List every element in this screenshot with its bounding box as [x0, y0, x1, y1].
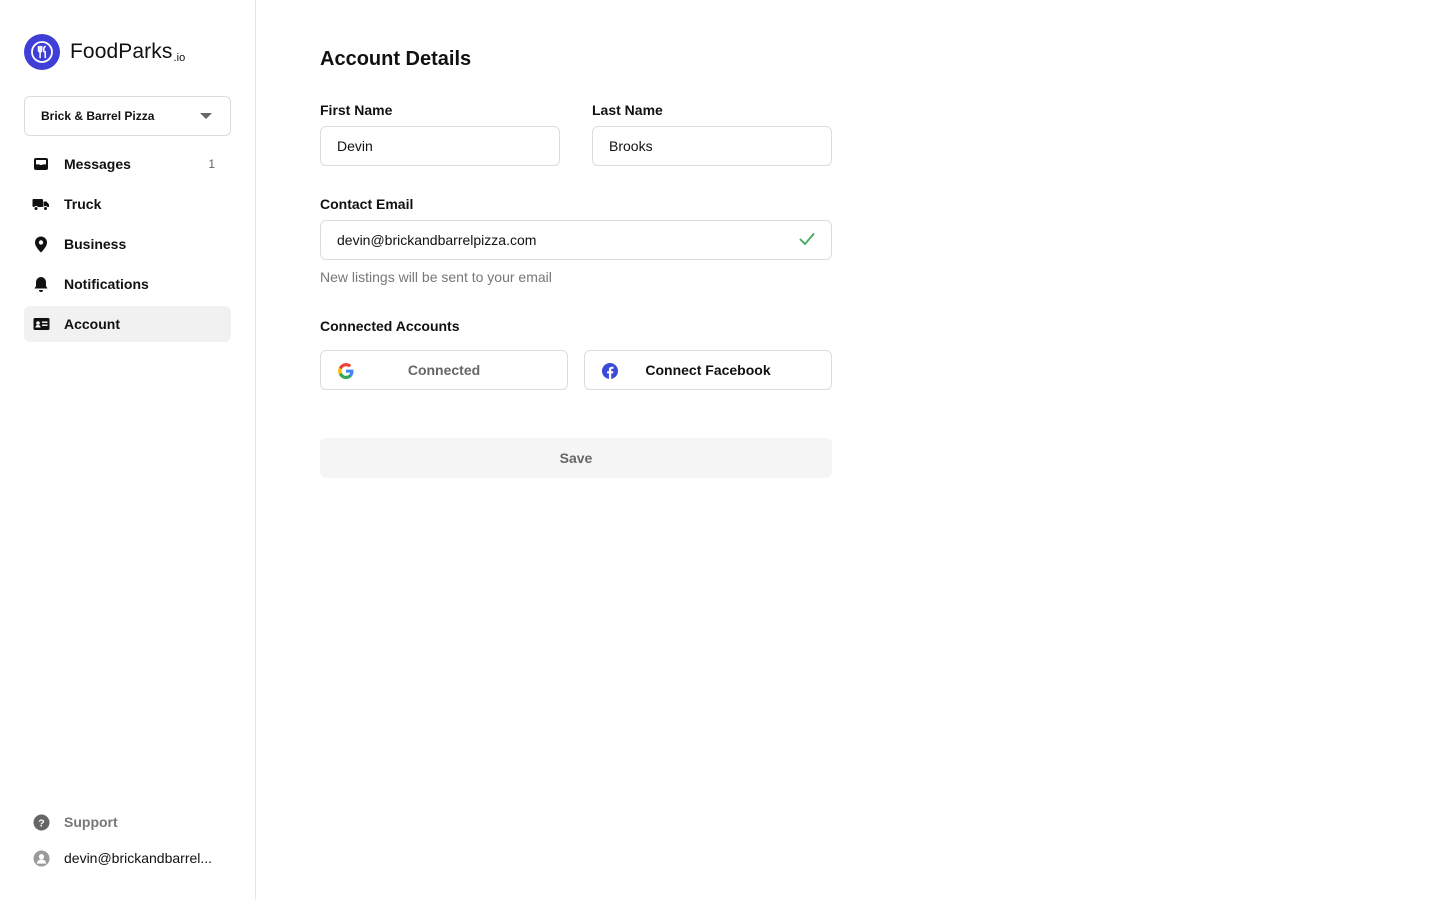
first-name-value: Devin — [337, 138, 373, 154]
help-circle-icon: ? — [32, 813, 50, 831]
id-card-icon — [32, 315, 50, 333]
brand-name: FoodParks.io — [70, 40, 186, 64]
sidebar-item-label: Notifications — [64, 276, 149, 292]
main-content: Account Details First Name Devin Last Na… — [256, 0, 1440, 900]
google-connected-label: Connected — [407, 362, 481, 378]
sidebar-nav: Messages 1 Truck Business Notifications … — [24, 146, 231, 346]
user-email: devin@brickandbarrel... — [64, 850, 213, 866]
save-label: Save — [559, 450, 593, 466]
sidebar-item-label: Truck — [64, 196, 102, 212]
contact-email-label: Contact Email — [320, 196, 414, 212]
last-name-label: Last Name — [592, 102, 663, 118]
contact-email-input[interactable]: devin@brickandbarrelpizza.com — [320, 220, 832, 260]
connected-accounts-label: Connected Accounts — [320, 318, 460, 334]
business-select-value: Brick & Barrel Pizza — [41, 109, 155, 123]
connect-facebook-button[interactable]: Connect Facebook — [584, 350, 832, 390]
brand-tld: .io — [173, 52, 186, 64]
google-connected-button[interactable]: Connected — [320, 350, 568, 390]
sidebar-item-label: Business — [64, 236, 127, 252]
business-select[interactable]: Brick & Barrel Pizza — [24, 96, 231, 136]
fork-knife-logo-icon — [24, 34, 60, 70]
support-label: Support — [64, 814, 118, 830]
messages-count-badge: 1 — [208, 157, 215, 171]
facebook-icon — [601, 362, 619, 380]
user-menu[interactable]: devin@brickandbarrel... — [24, 840, 231, 876]
page-title: Account Details — [320, 48, 472, 70]
support-link[interactable]: ? Support — [24, 804, 231, 840]
sidebar: FoodParks.io Brick & Barrel Pizza Messag… — [0, 0, 256, 900]
sidebar-item-truck[interactable]: Truck — [24, 186, 231, 222]
check-icon — [799, 232, 815, 249]
save-button[interactable]: Save — [320, 438, 832, 478]
truck-icon — [32, 195, 50, 213]
connect-facebook-label: Connect Facebook — [645, 362, 771, 378]
sidebar-item-business[interactable]: Business — [24, 226, 231, 262]
first-name-label: First Name — [320, 102, 393, 118]
user-avatar-icon — [32, 849, 50, 867]
sidebar-item-label: Account — [64, 316, 120, 332]
bell-icon — [32, 275, 50, 293]
sidebar-item-notifications[interactable]: Notifications — [24, 266, 231, 302]
sidebar-item-account[interactable]: Account — [24, 306, 231, 342]
sidebar-bottom: ? Support devin@brickandbarrel... — [24, 804, 231, 876]
inbox-icon — [32, 155, 50, 173]
sidebar-item-label: Messages — [64, 156, 131, 172]
map-pin-icon — [32, 235, 50, 253]
app-root: FoodParks.io Brick & Barrel Pizza Messag… — [0, 0, 1440, 900]
contact-email-value: devin@brickandbarrelpizza.com — [337, 232, 537, 248]
email-helper-text: New listings will be sent to your email — [320, 269, 552, 285]
logo[interactable]: FoodParks.io — [24, 34, 185, 70]
caret-down-icon — [200, 113, 212, 119]
sidebar-item-messages[interactable]: Messages 1 — [24, 146, 231, 182]
svg-text:?: ? — [38, 817, 44, 829]
first-name-input[interactable]: Devin — [320, 126, 560, 166]
google-icon — [337, 362, 355, 380]
last-name-value: Brooks — [609, 138, 653, 154]
last-name-input[interactable]: Brooks — [592, 126, 832, 166]
